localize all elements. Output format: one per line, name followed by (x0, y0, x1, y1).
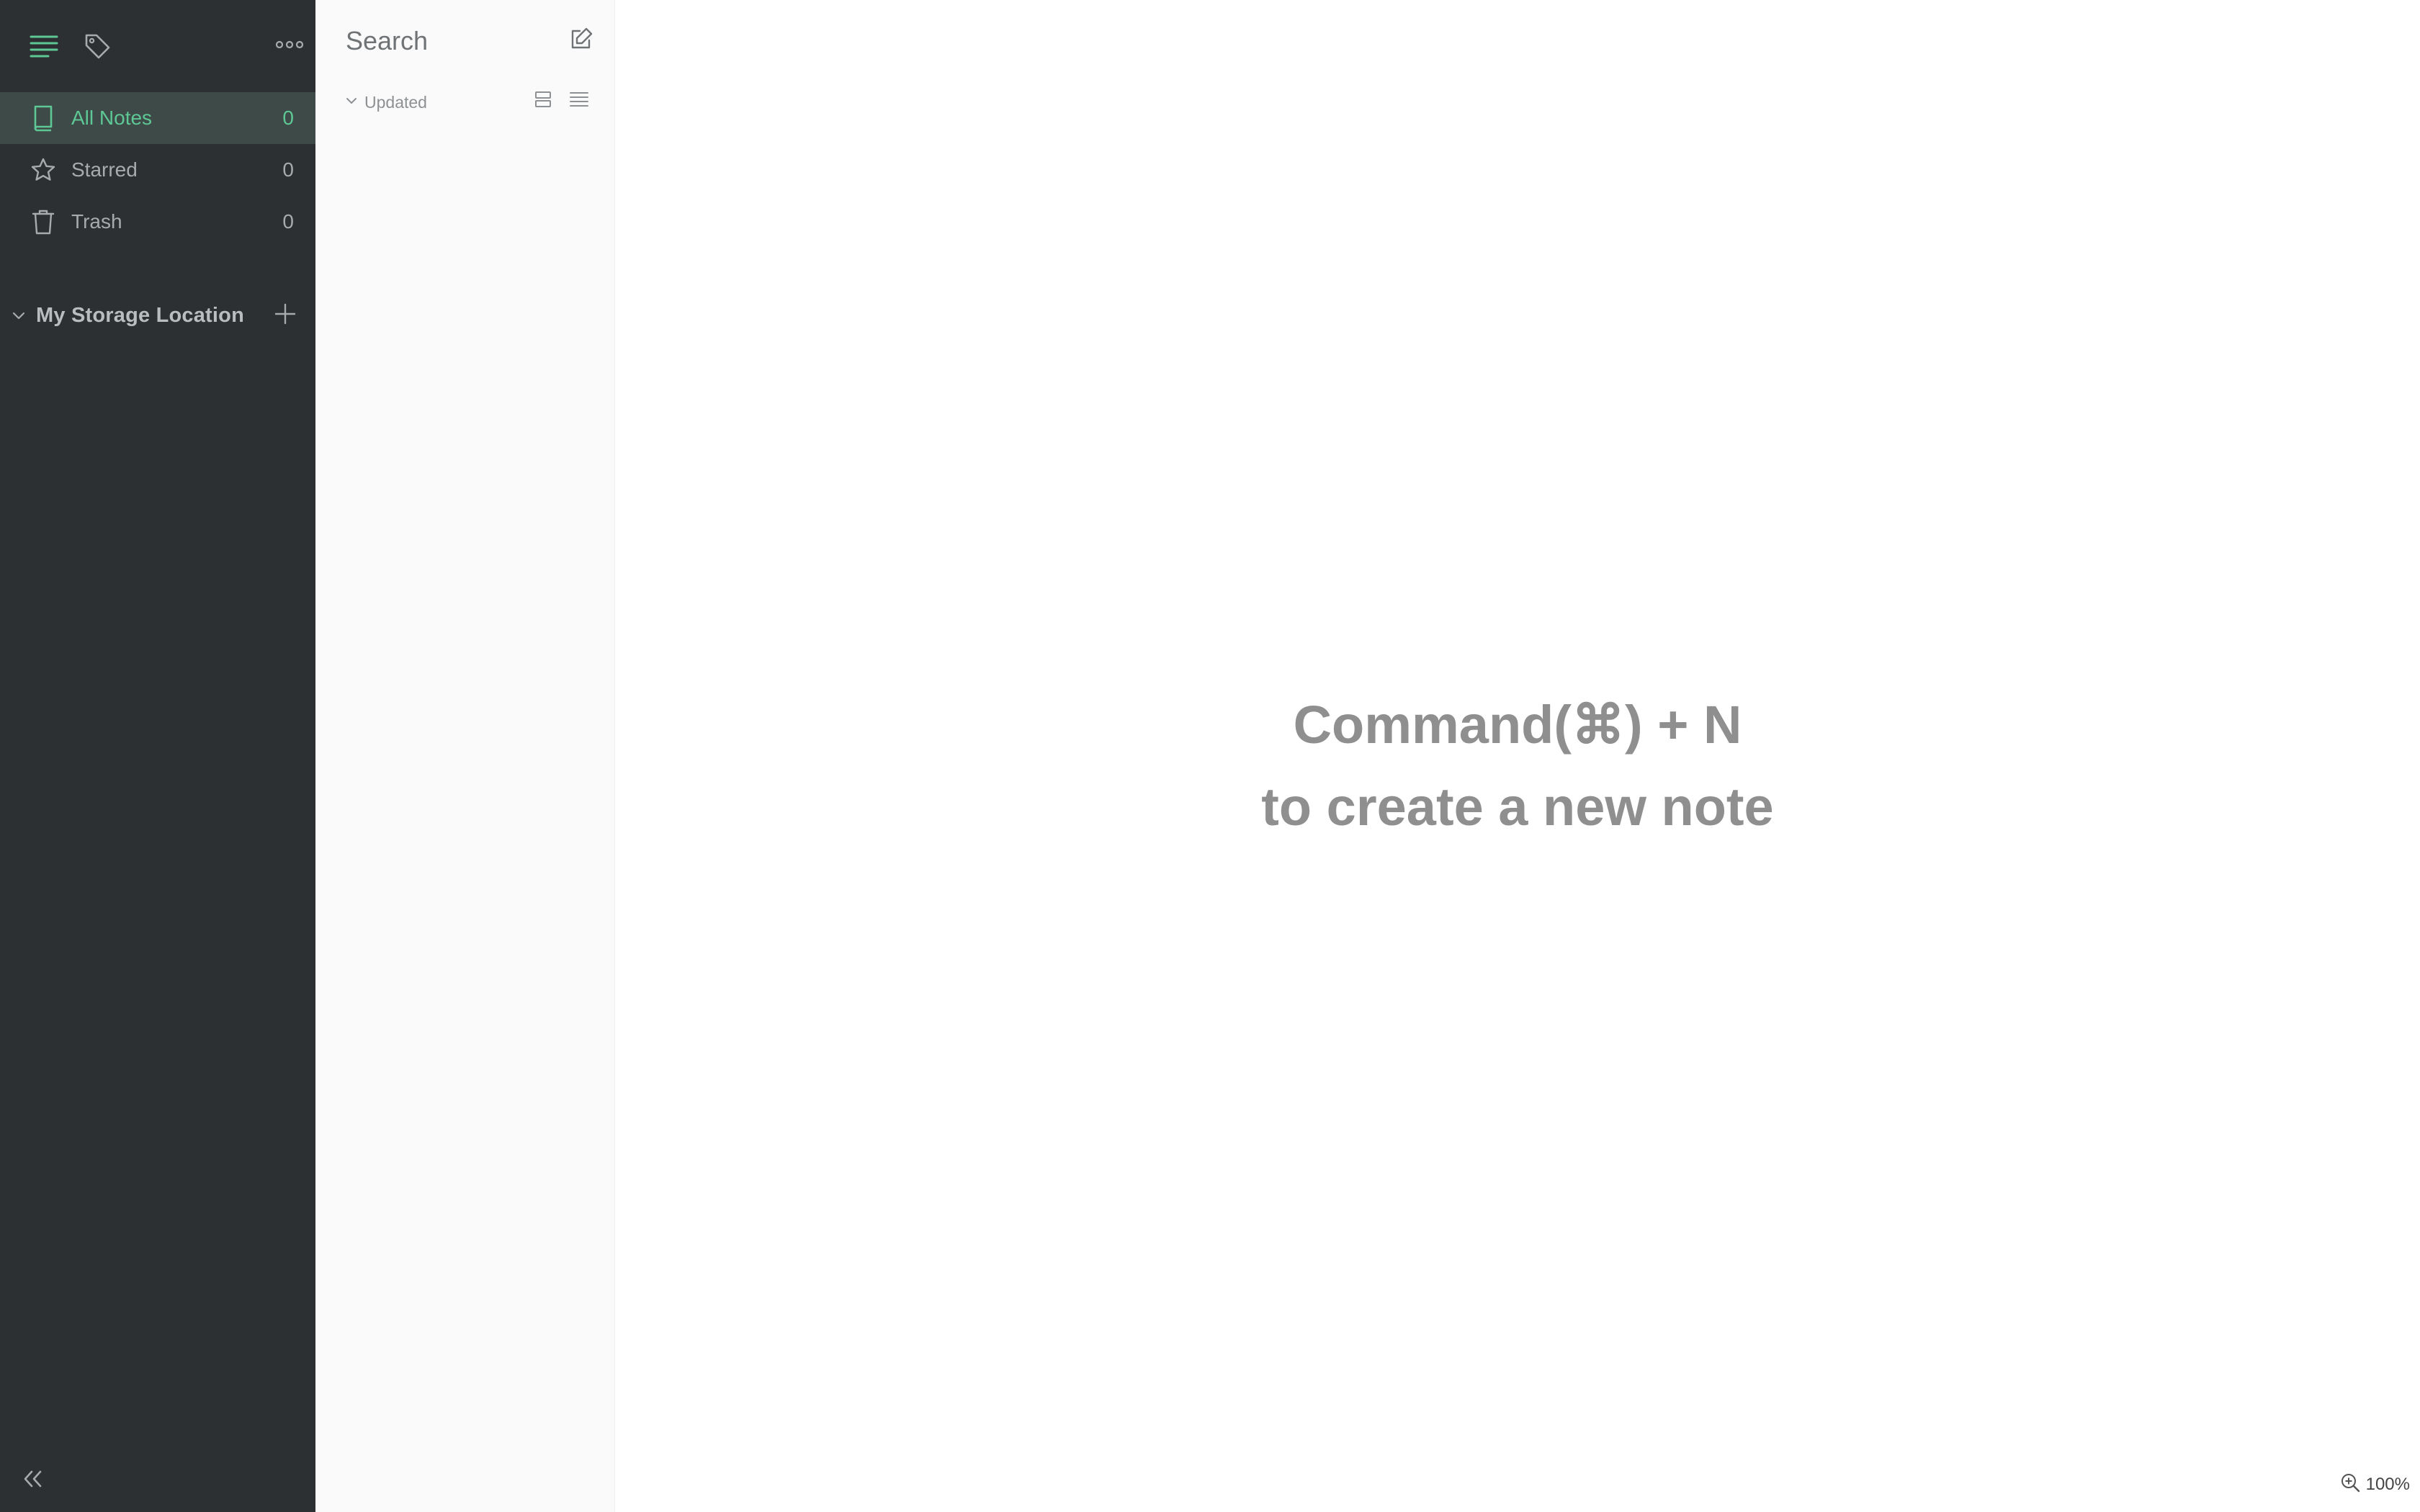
note-count: 0 (282, 107, 294, 129)
tags-button[interactable] (76, 26, 119, 69)
compact-view-icon (568, 90, 590, 112)
compact-view-button[interactable] (565, 86, 593, 115)
search-input[interactable]: Search (346, 26, 428, 56)
empty-state-line-2: to create a new note (1261, 777, 1774, 837)
chevron-down-icon (346, 96, 357, 109)
book-icon (27, 102, 59, 134)
more-options-button[interactable] (268, 24, 311, 68)
sidebar-item-starred[interactable]: Starred 0 (0, 144, 315, 196)
empty-state-line-1: Command(⌘) + N (1293, 695, 1742, 755)
add-folder-button[interactable] (269, 300, 301, 331)
editor-area: Command(⌘) + N to create a new note 100% (615, 0, 2420, 1512)
sidebar-nav: All Notes 0 Starred 0 Trash 0 (0, 92, 315, 248)
default-view-icon (533, 90, 553, 112)
trash-icon (27, 206, 59, 238)
sidebar: All Notes 0 Starred 0 Trash 0 My Storage… (0, 0, 315, 1512)
sidebar-toolbar (0, 0, 315, 92)
double-chevron-left-icon (22, 1469, 45, 1493)
zoom-in-icon (2340, 1472, 2360, 1496)
note-count: 0 (282, 210, 294, 233)
more-options-icon (275, 39, 304, 54)
note-list-panel: Search Updated (315, 0, 615, 1512)
edit-icon (569, 27, 593, 55)
storage-location-row[interactable]: My Storage Location (0, 291, 315, 340)
sidebar-item-all-notes[interactable]: All Notes 0 (0, 92, 315, 144)
chevron-down-icon[interactable] (9, 305, 29, 325)
sidebar-item-trash[interactable]: Trash 0 (0, 196, 315, 248)
app-window: All Notes 0 Starred 0 Trash 0 My Storage… (0, 0, 2420, 1512)
notes-list-button[interactable] (22, 26, 66, 69)
default-view-button[interactable] (529, 86, 557, 115)
notes-list-icon (29, 34, 59, 62)
collapse-sidebar-button[interactable] (17, 1464, 49, 1496)
star-icon (27, 154, 59, 186)
sidebar-item-label: Starred (71, 158, 138, 181)
zoom-control[interactable]: 100% (2340, 1472, 2410, 1496)
empty-state-message: Command(⌘) + N to create a new note (615, 684, 2420, 848)
note-count: 0 (282, 158, 294, 181)
sidebar-item-label: All Notes (71, 107, 153, 129)
tag-icon (83, 32, 112, 64)
storage-location-label: My Storage Location (36, 303, 244, 327)
sidebar-item-label: Trash (71, 210, 122, 233)
new-note-button[interactable] (565, 24, 597, 56)
sort-dropdown[interactable]: Updated (346, 88, 427, 117)
sort-label: Updated (364, 92, 427, 112)
zoom-level: 100% (2365, 1474, 2410, 1494)
plus-icon (274, 303, 296, 328)
